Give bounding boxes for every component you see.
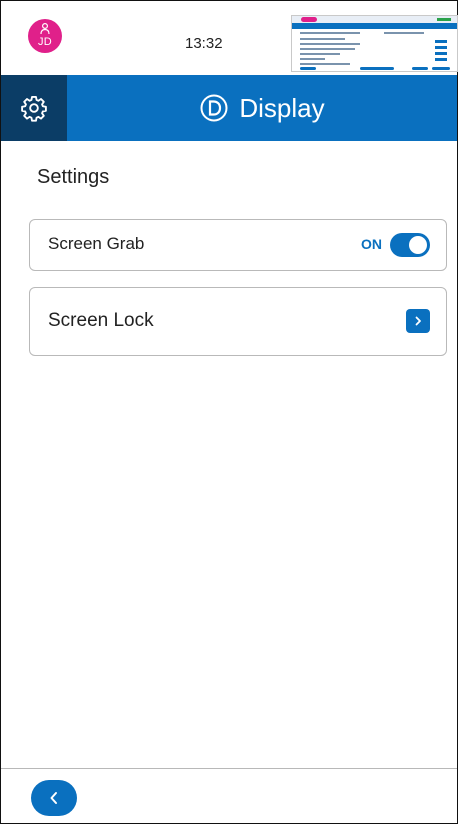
app-screen: JD 13:32 Display Settings Screen Grab ON…: [0, 0, 458, 824]
display-d-icon: [200, 94, 228, 122]
user-initials: JD: [37, 36, 53, 48]
toggle-state-label: ON: [361, 236, 382, 252]
screen-thumbnail[interactable]: [291, 15, 458, 72]
app-header: Display: [1, 75, 457, 141]
section-title: Settings: [37, 166, 110, 188]
header-title-group: Display: [67, 75, 457, 141]
chevron-right-icon: [415, 316, 421, 326]
screen-grab-toggle[interactable]: [390, 233, 430, 257]
status-bar: JD 13:32: [1, 1, 458, 75]
person-icon: [40, 23, 50, 35]
settings-button[interactable]: [1, 75, 67, 141]
screen-lock-open-button[interactable]: [406, 309, 430, 333]
screen-grab-label: Screen Grab: [48, 234, 145, 253]
toggle-knob: [409, 236, 427, 254]
chevron-left-icon: [50, 792, 57, 804]
back-button[interactable]: [31, 780, 77, 816]
gear-icon: [21, 95, 47, 122]
page-title: Display: [239, 92, 325, 123]
screen-grab-row: Screen Grab ON: [29, 219, 447, 271]
user-avatar[interactable]: JD: [28, 19, 62, 53]
footer-divider: [1, 768, 457, 769]
screen-lock-row[interactable]: Screen Lock: [29, 287, 447, 356]
screen-lock-label: Screen Lock: [48, 310, 154, 331]
status-time: 13:32: [185, 35, 223, 52]
